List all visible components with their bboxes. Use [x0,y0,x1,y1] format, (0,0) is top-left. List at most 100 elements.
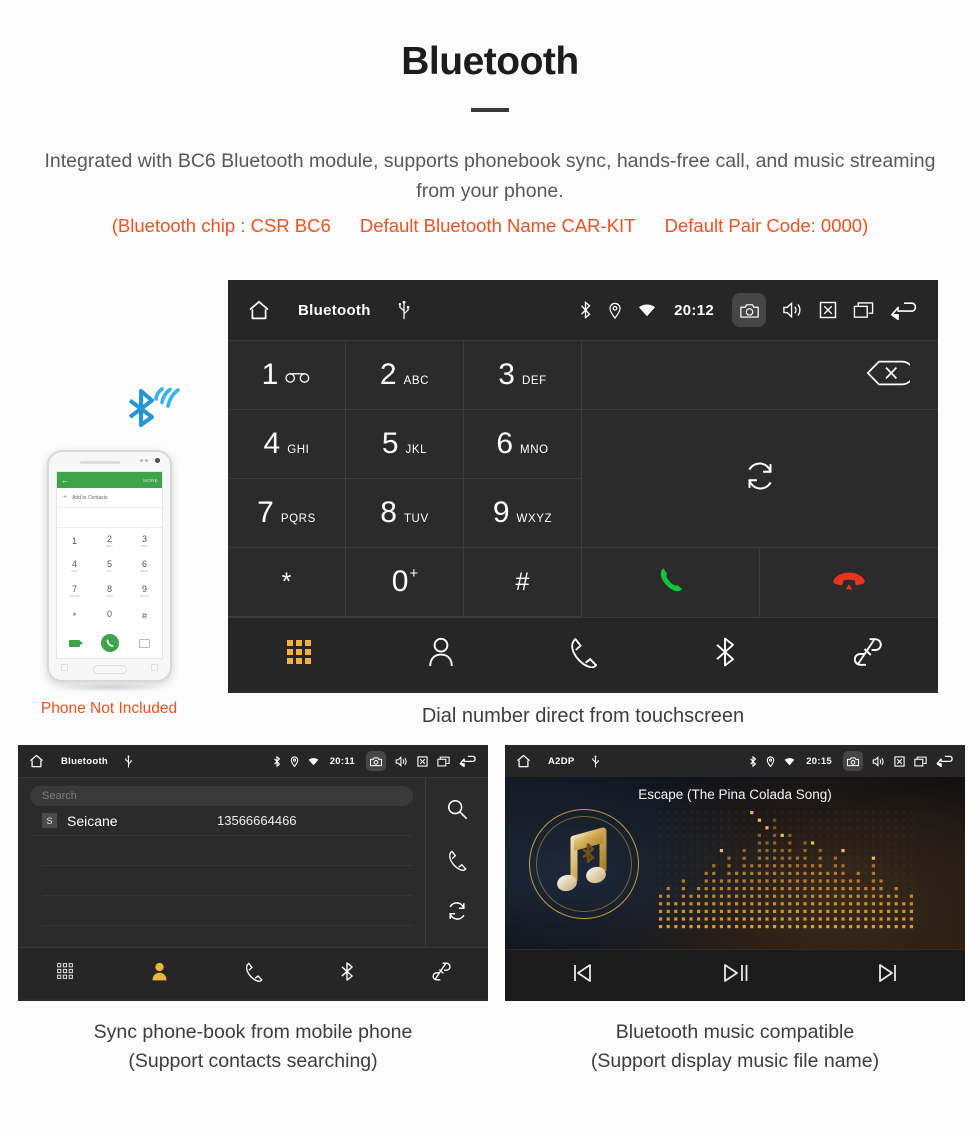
key-0[interactable]: 0 + [346,548,464,617]
nav-contacts[interactable] [150,961,169,987]
contact-row-empty [42,866,413,896]
nav-bluetooth[interactable] [714,636,736,673]
music-clock: 20:15 [806,755,832,767]
bt-chip-text: (Bluetooth chip : CSR BC6 [111,215,331,237]
recents-icon[interactable] [437,756,450,767]
phone-key-digit: 9 [141,583,147,594]
next-button[interactable] [876,962,900,989]
sync-icon[interactable] [446,900,468,927]
album-inner-ring [536,816,632,912]
camera-icon[interactable] [366,751,386,771]
phone-key[interactable]: 9 WXYZ [127,578,162,603]
hangup-button[interactable] [760,548,938,617]
call-button[interactable] [582,548,760,617]
video-call-icon[interactable] [69,639,83,647]
close-icon[interactable] [819,301,837,319]
phone-key[interactable]: 1 [57,528,92,553]
phone-key-digit: # [141,610,147,621]
bluetooth-icon [749,755,757,767]
key-letters: DEF [521,375,547,387]
key-8[interactable]: 8 TUV [346,479,464,548]
close-icon[interactable] [417,755,428,767]
nav-keypad[interactable] [56,962,74,985]
recents-icon[interactable] [853,301,874,319]
phone-key[interactable]: * [57,603,92,628]
key-3[interactable]: 3 DEF [464,341,582,410]
key-letters: MNO [520,444,549,456]
phone-key[interactable]: 5 JKL [92,553,127,578]
back-icon[interactable] [459,755,478,767]
phone-key-sub: MNO [140,568,149,573]
contact-row[interactable]: S Seicane 13566664466 [30,806,413,836]
key-7[interactable]: 7 PQRS [228,479,346,548]
home-icon[interactable] [515,753,532,769]
home-icon[interactable] [246,298,272,322]
nav-link[interactable] [430,961,452,987]
volume-icon[interactable] [872,755,885,767]
key-4[interactable]: 4 GHI [228,410,346,479]
phonebook-caption-line2: (Support contacts searching) [128,1050,378,1073]
phone-call-button[interactable] [100,634,119,652]
close-icon[interactable] [894,755,905,767]
phone-back-icon[interactable]: ← [61,476,69,485]
phonebook-screen: Bluetooth 20:11 Search S Seicane 1356666… [18,745,488,1001]
nav-calls[interactable] [568,636,598,673]
phone-key-sub: WXYZ [139,593,150,598]
phone-key[interactable]: 0 + [92,603,127,628]
previous-button[interactable] [570,962,594,989]
phone-key[interactable]: 4 GHI [57,553,92,578]
nav-contacts[interactable] [426,636,456,673]
voicemail-icon [285,372,311,386]
phone-key[interactable]: 7 PQRS [57,578,92,603]
key-digit: 6 [496,427,514,460]
home-icon[interactable] [28,753,45,769]
keyboard-icon[interactable] [139,638,150,648]
phone-more-label[interactable]: MORE [143,478,158,483]
key-letters: ABC [403,375,430,387]
phonebook-caption: Sync phone-book from mobile phone (Suppo… [18,1018,488,1077]
key-9[interactable]: 9 WXYZ [464,479,582,548]
backspace-button[interactable] [582,341,938,410]
back-icon[interactable] [890,301,920,320]
key-digit: * [281,567,292,596]
phone-add-contact-row[interactable]: + Add to Contacts [57,488,162,508]
nav-bluetooth[interactable] [340,961,354,987]
key-5[interactable]: 5 JKL [346,410,464,479]
recents-icon[interactable] [914,756,927,767]
back-icon[interactable] [936,755,955,767]
camera-icon[interactable] [843,751,863,771]
phone-key[interactable]: 3 DEF [127,528,162,553]
nav-keypad[interactable] [285,638,313,671]
phone-home-button[interactable] [92,665,127,674]
phone-key[interactable]: # [127,603,162,628]
phone-key[interactable]: 8 TUV [92,578,127,603]
volume-icon[interactable] [395,755,408,767]
key-2[interactable]: 2 ABC [346,341,464,410]
nav-calls[interactable] [244,961,263,987]
key-hash[interactable]: # [464,548,582,617]
phone-number-field [57,508,162,528]
plus-icon: + [63,494,68,501]
phone-key[interactable]: 2 ABC [92,528,127,553]
phone-key-sub: GHI [71,568,78,573]
search-input[interactable]: Search [30,786,413,806]
key-star[interactable]: * [228,548,346,617]
camera-icon[interactable] [732,293,766,327]
handset-icon[interactable] [447,849,467,876]
key-letters: JKL [405,444,428,456]
dialer-navbar [228,617,938,690]
key-6[interactable]: 6 MNO [464,410,582,479]
phone-key[interactable]: 6 MNO [127,553,162,578]
search-icon[interactable] [446,798,468,825]
sync-button[interactable] [582,410,938,548]
play-pause-button[interactable] [721,962,749,989]
nav-link[interactable] [850,636,884,673]
volume-icon[interactable] [782,301,803,319]
music-caption-line2: (Support display music file name) [590,1050,880,1073]
phone-sensors [140,459,148,462]
page-title: Bluetooth [401,40,579,83]
call-icon [656,565,686,600]
phone-back-nav-icon[interactable] [151,663,158,671]
phone-recents-icon[interactable] [61,663,68,671]
key-1[interactable]: 1 [228,341,346,410]
